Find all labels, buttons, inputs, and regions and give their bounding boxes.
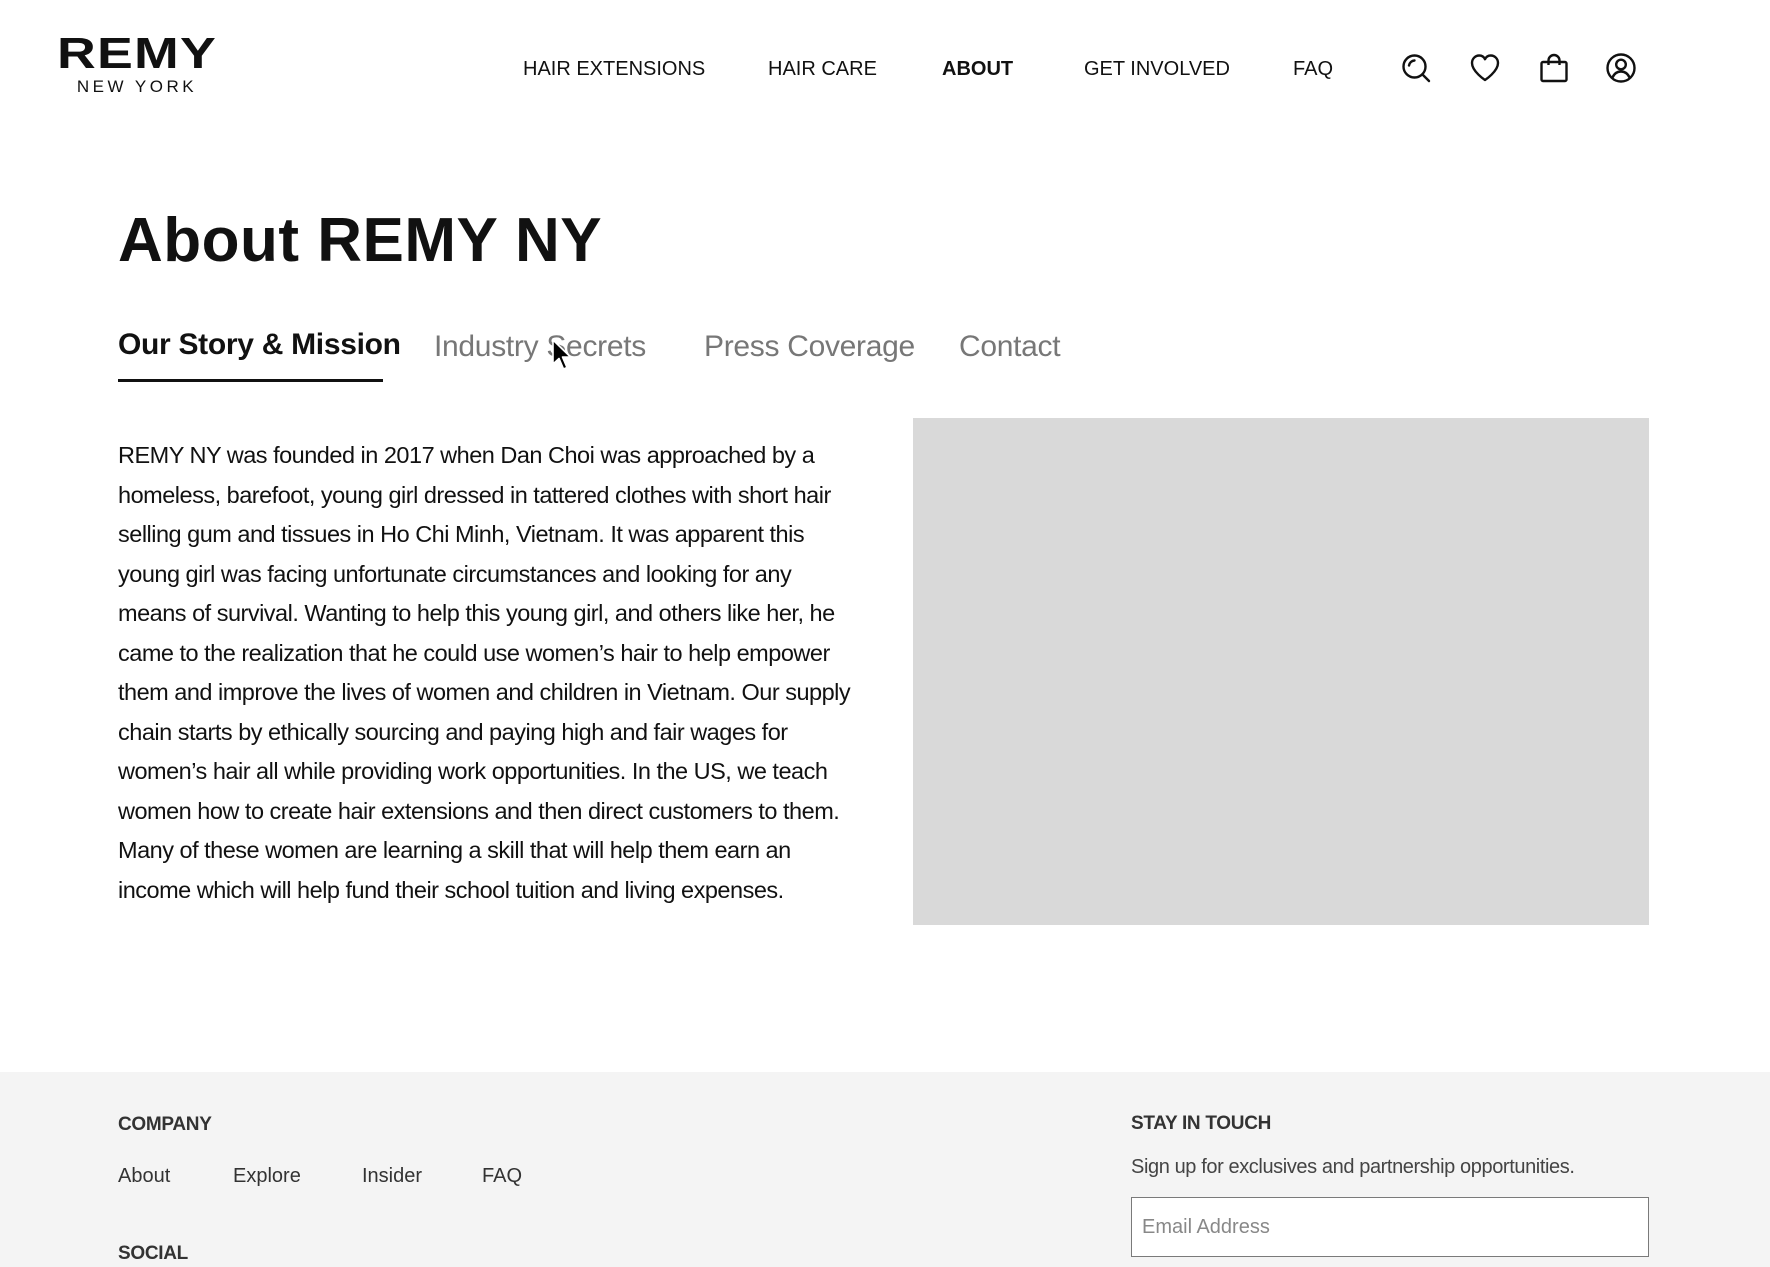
nav-item-get-involved[interactable]: GET INVOLVED [1084, 58, 1230, 81]
page-title: About REMY NY [118, 206, 603, 275]
nav-item-hair-extensions[interactable]: HAIR EXTENSIONS [523, 58, 705, 81]
footer-link-about[interactable]: About [118, 1165, 170, 1188]
nav-item-hair-care[interactable]: HAIR CARE [768, 58, 877, 81]
tab-press-coverage[interactable]: Press Coverage [704, 330, 915, 364]
brand-logo[interactable]: REMY NEW YORK [53, 32, 221, 98]
tab-industry-secrets[interactable]: Industry Secrets [434, 330, 646, 364]
nav-item-faq[interactable]: FAQ [1293, 58, 1333, 81]
footer-social-heading: SOCIAL [118, 1243, 188, 1264]
mouse-cursor-icon [551, 338, 575, 374]
email-field[interactable] [1131, 1197, 1649, 1257]
tab-our-story-mission[interactable]: Our Story & Mission [118, 328, 401, 362]
footer-newsletter-text: Sign up for exclusives and partnership o… [1131, 1156, 1575, 1178]
active-tab-indicator [118, 379, 383, 382]
footer-link-insider[interactable]: Insider [362, 1165, 422, 1188]
story-image-placeholder [913, 418, 1649, 925]
nav-item-about[interactable]: ABOUT [942, 58, 1013, 81]
footer-company-heading: COMPANY [118, 1114, 212, 1135]
footer-link-faq[interactable]: FAQ [482, 1165, 522, 1188]
brand-name: REMY [57, 29, 217, 78]
story-paragraph: REMY NY was founded in 2017 when Dan Cho… [118, 442, 851, 903]
account-icon[interactable] [1605, 52, 1637, 84]
footer-stay-in-touch-heading: STAY IN TOUCH [1131, 1113, 1272, 1134]
heart-icon[interactable] [1469, 52, 1501, 84]
brand-subtitle: NEW YORK [76, 77, 198, 96]
site-header: REMY NEW YORK HAIR EXTENSIONS HAIR CARE … [0, 0, 1770, 140]
shopping-bag-icon[interactable] [1538, 52, 1570, 84]
search-icon[interactable] [1400, 52, 1432, 84]
tab-contact[interactable]: Contact [959, 330, 1061, 364]
footer-link-explore[interactable]: Explore [233, 1165, 301, 1188]
